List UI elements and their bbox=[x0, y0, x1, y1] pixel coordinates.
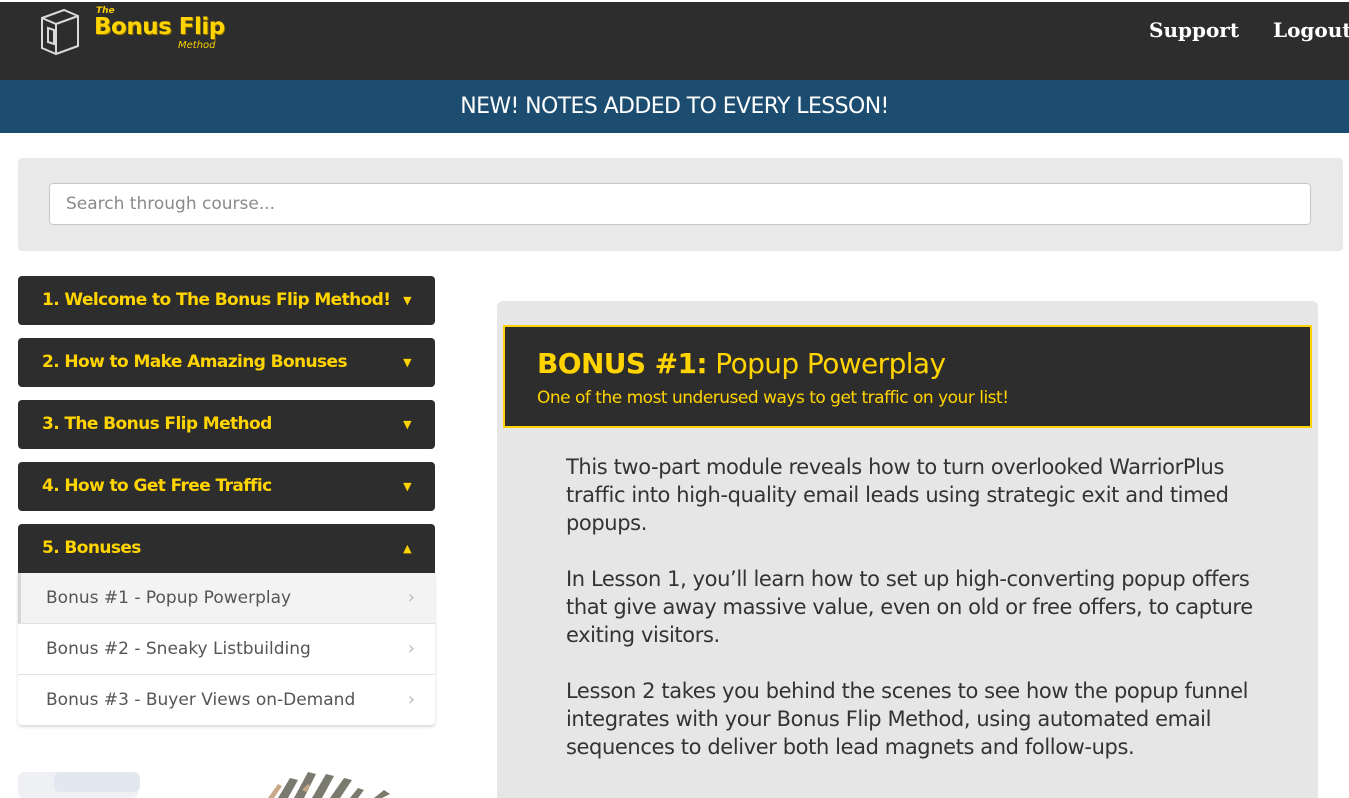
module-label: 2. How to Make Amazing Bonuses bbox=[42, 352, 348, 372]
search-input[interactable] bbox=[49, 183, 1311, 225]
logout-link[interactable]: Logout bbox=[1273, 18, 1349, 42]
lesson-label: Bonus #2 - Sneaky Listbuilding bbox=[46, 639, 311, 659]
support-link[interactable]: Support bbox=[1149, 18, 1239, 42]
sidebar-thumbnails bbox=[18, 770, 438, 798]
caret-down-icon: ▼ bbox=[403, 356, 411, 369]
lesson-item-bonus-3[interactable]: Bonus #3 - Buyer Views on-Demand › bbox=[18, 675, 435, 725]
module-label: 3. The Bonus Flip Method bbox=[42, 414, 272, 434]
page-title: BONUS #1: Popup Powerplay bbox=[537, 347, 1278, 380]
chevron-right-icon: › bbox=[407, 587, 415, 608]
lesson-list: Bonus #1 - Popup Powerplay › Bonus #2 - … bbox=[18, 573, 435, 725]
module-label: 4. How to Get Free Traffic bbox=[42, 476, 272, 496]
logo-method-text: Method bbox=[178, 40, 216, 51]
title-name: Popup Powerplay bbox=[715, 347, 946, 380]
module-label: 1. Welcome to The Bonus Flip Method! bbox=[42, 290, 391, 310]
lesson-item-bonus-2[interactable]: Bonus #2 - Sneaky Listbuilding › bbox=[18, 624, 435, 675]
chevron-right-icon: › bbox=[407, 638, 415, 659]
module-5-bonuses[interactable]: 5. Bonuses ▲ bbox=[18, 524, 435, 573]
thumbnail-image bbox=[268, 772, 390, 798]
top-navbar: The Bonus Flip Method Support Logout bbox=[0, 0, 1349, 80]
paragraph: Lesson 2 takes you behind the scenes to … bbox=[566, 679, 1249, 759]
title-prefix: BONUS #1: bbox=[537, 347, 708, 380]
caret-down-icon: ▼ bbox=[403, 480, 411, 493]
caret-down-icon: ▼ bbox=[403, 418, 411, 431]
module-1-welcome[interactable]: 1. Welcome to The Bonus Flip Method! ▼ bbox=[18, 276, 435, 325]
lesson-item-bonus-1[interactable]: Bonus #1 - Popup Powerplay › bbox=[18, 573, 435, 624]
site-logo[interactable]: The Bonus Flip Method bbox=[38, 4, 258, 60]
lesson-description: This two-part module reveals how to turn… bbox=[566, 453, 1256, 789]
lesson-content-panel: BONUS #1: Popup Powerplay One of the mos… bbox=[497, 301, 1318, 798]
page-subtitle: One of the most underused ways to get tr… bbox=[537, 388, 1009, 408]
caret-down-icon: ▼ bbox=[403, 294, 411, 307]
caret-up-icon: ▲ bbox=[403, 542, 411, 555]
module-4-free-traffic[interactable]: 4. How to Get Free Traffic ▼ bbox=[18, 462, 435, 511]
paragraph: This two-part module reveals how to turn… bbox=[566, 455, 1229, 535]
lesson-label: Bonus #3 - Buyer Views on-Demand bbox=[46, 690, 356, 710]
logo-main-text: Bonus Flip bbox=[94, 14, 225, 40]
bonus-header: BONUS #1: Popup Powerplay One of the mos… bbox=[503, 325, 1312, 428]
announcement-banner: NEW! NOTES ADDED TO EVERY LESSON! bbox=[0, 80, 1349, 133]
thumbnail-image bbox=[54, 772, 140, 792]
module-2-amazing-bonuses[interactable]: 2. How to Make Amazing Bonuses ▼ bbox=[18, 338, 435, 387]
logo-cube-icon bbox=[41, 8, 79, 56]
module-3-bonus-flip-method[interactable]: 3. The Bonus Flip Method ▼ bbox=[18, 400, 435, 449]
chevron-right-icon: › bbox=[407, 689, 415, 710]
paragraph: In Lesson 1, you’ll learn how to set up … bbox=[566, 567, 1253, 647]
search-panel bbox=[18, 158, 1343, 251]
module-label: 5. Bonuses bbox=[42, 538, 141, 558]
lesson-label: Bonus #1 - Popup Powerplay bbox=[46, 588, 292, 608]
